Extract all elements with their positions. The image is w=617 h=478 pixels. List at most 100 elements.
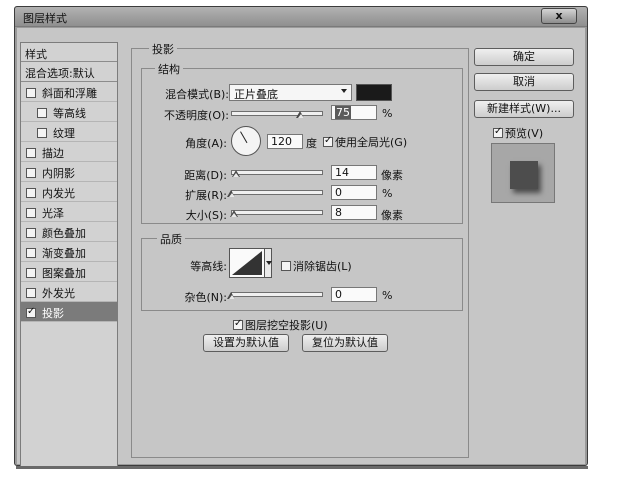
noise-slider-thumb[interactable] bbox=[227, 292, 236, 300]
opacity-slider[interactable] bbox=[231, 111, 323, 116]
distance-slider[interactable] bbox=[231, 170, 323, 175]
contour-linear-icon bbox=[232, 251, 262, 275]
blend-mode-select[interactable]: 正片叠底 bbox=[229, 84, 352, 101]
distance-slider-thumb[interactable] bbox=[231, 170, 241, 178]
style-item-label: 投影 bbox=[42, 307, 64, 320]
blend-mode-value: 正片叠底 bbox=[234, 88, 278, 101]
spread-input[interactable]: 0 bbox=[331, 185, 377, 200]
size-slider[interactable] bbox=[231, 210, 323, 215]
global-light-check-icon[interactable] bbox=[323, 135, 333, 147]
angle-needle bbox=[240, 131, 248, 144]
style-preview bbox=[491, 143, 555, 203]
style-item-label: 外发光 bbox=[42, 287, 75, 300]
knockout-checkbox[interactable]: 图层挖空投影(U) bbox=[233, 317, 328, 333]
style-item[interactable]: 图案叠加 bbox=[21, 262, 117, 282]
style-item-checkbox[interactable] bbox=[37, 108, 47, 118]
style-item[interactable]: 外发光 bbox=[21, 282, 117, 302]
distance-unit: 像素 bbox=[381, 169, 403, 182]
distance-input[interactable]: 14 bbox=[331, 165, 377, 180]
noise-label: 杂色(N): bbox=[184, 291, 227, 304]
structure-title: 结构 bbox=[155, 61, 183, 77]
style-item-checkbox[interactable] bbox=[26, 168, 36, 178]
spread-slider[interactable] bbox=[231, 190, 323, 195]
style-item-label: 光泽 bbox=[42, 207, 64, 220]
size-input[interactable]: 8 bbox=[331, 205, 377, 220]
style-list-header[interactable]: 样式 bbox=[21, 43, 117, 62]
style-item-label: 内发光 bbox=[42, 187, 75, 200]
ok-button[interactable]: 确定 bbox=[474, 48, 574, 66]
style-item-checkbox[interactable] bbox=[26, 288, 36, 298]
angle-input[interactable]: 120 bbox=[267, 134, 303, 149]
title-bar[interactable]: 图层样式 x bbox=[15, 7, 587, 27]
contour-picker[interactable] bbox=[229, 248, 265, 278]
noise-input[interactable]: 0 bbox=[331, 287, 377, 302]
style-item-checkbox[interactable] bbox=[26, 306, 36, 318]
style-item-checkbox[interactable] bbox=[26, 188, 36, 198]
chevron-down-icon bbox=[341, 89, 347, 93]
quality-title: 品质 bbox=[157, 231, 185, 247]
style-items: 斜面和浮雕等高线纹理描边内阴影内发光光泽颜色叠加渐变叠加图案叠加外发光投影 bbox=[21, 82, 117, 322]
opacity-input[interactable]: 75 bbox=[331, 105, 377, 120]
antialias-check-icon[interactable] bbox=[281, 261, 291, 271]
angle-label: 角度(A): bbox=[185, 137, 227, 150]
contour-dropdown[interactable] bbox=[264, 248, 272, 278]
style-item[interactable]: 等高线 bbox=[21, 102, 117, 122]
distance-label: 距离(D): bbox=[184, 169, 227, 182]
style-item-checkbox[interactable] bbox=[26, 228, 36, 238]
drop-shadow-title: 投影 bbox=[149, 41, 177, 57]
style-item-label: 描边 bbox=[42, 147, 64, 160]
style-item-checkbox[interactable] bbox=[26, 208, 36, 218]
angle-unit: 度 bbox=[306, 137, 317, 150]
spread-unit: % bbox=[382, 187, 393, 200]
style-item-checkbox[interactable] bbox=[26, 248, 36, 258]
style-item[interactable]: 纹理 bbox=[21, 122, 117, 142]
style-item[interactable]: 渐变叠加 bbox=[21, 242, 117, 262]
style-item[interactable]: 投影 bbox=[21, 302, 117, 322]
preview-label: 预览(V) bbox=[505, 127, 544, 140]
spread-slider-thumb[interactable] bbox=[227, 190, 236, 198]
spread-label: 扩展(R): bbox=[185, 189, 227, 202]
layer-style-dialog: 图层样式 x 样式 混合选项:默认 斜面和浮雕 等高线纹理描边内阴影内发光光泽颜色… bbox=[14, 6, 588, 468]
cancel-button[interactable]: 取消 bbox=[474, 73, 574, 91]
contour-label: 等高线: bbox=[190, 260, 227, 273]
style-item-checkbox[interactable] bbox=[26, 148, 36, 158]
style-item-label: 图案叠加 bbox=[42, 267, 86, 280]
opacity-slider-thumb[interactable] bbox=[296, 111, 305, 119]
style-item[interactable]: 颜色叠加 bbox=[21, 222, 117, 242]
style-item[interactable]: 内阴影 bbox=[21, 162, 117, 182]
style-item-checkbox[interactable] bbox=[26, 268, 36, 278]
style-item[interactable]: 斜面和浮雕 bbox=[21, 82, 117, 102]
noise-unit: % bbox=[382, 289, 393, 302]
opacity-unit: % bbox=[382, 107, 393, 120]
style-item-checkbox[interactable] bbox=[26, 88, 36, 98]
size-slider-thumb[interactable] bbox=[229, 210, 239, 218]
knockout-check-icon[interactable] bbox=[233, 318, 243, 330]
opacity-label: 不透明度(O): bbox=[164, 109, 229, 122]
opacity-value: 75 bbox=[335, 106, 351, 119]
blend-options-item[interactable]: 混合选项:默认 bbox=[21, 62, 117, 82]
style-list: 样式 混合选项:默认 斜面和浮雕 等高线纹理描边内阴影内发光光泽颜色叠加 渐变叠加图… bbox=[20, 42, 118, 468]
close-button[interactable]: x bbox=[541, 8, 577, 24]
knockout-label: 图层挖空投影(U) bbox=[245, 319, 328, 332]
shadow-color-swatch[interactable] bbox=[356, 84, 392, 101]
global-light-checkbox[interactable]: 使用全局光(G) bbox=[323, 134, 407, 150]
make-default-button[interactable]: 设置为默认值 bbox=[203, 334, 289, 352]
preview-shape bbox=[510, 161, 538, 189]
global-light-label: 使用全局光(G) bbox=[335, 136, 408, 149]
style-item[interactable]: 光泽 bbox=[21, 202, 117, 222]
chevron-down-icon bbox=[266, 261, 272, 265]
antialias-label: 消除锯齿(L) bbox=[293, 260, 352, 273]
window-bottom-edge bbox=[16, 466, 588, 469]
reset-default-button[interactable]: 复位为默认值 bbox=[302, 334, 388, 352]
style-item[interactable]: 描边 bbox=[21, 142, 117, 162]
preview-check-icon[interactable] bbox=[493, 126, 503, 138]
antialias-checkbox[interactable]: 消除锯齿(L) bbox=[281, 258, 352, 274]
new-style-button[interactable]: 新建样式(W)... bbox=[474, 100, 574, 118]
style-item-label: 纹理 bbox=[53, 127, 75, 140]
style-item-label: 内阴影 bbox=[42, 167, 75, 180]
noise-slider[interactable] bbox=[231, 292, 323, 297]
style-item[interactable]: 内发光 bbox=[21, 182, 117, 202]
style-item-checkbox[interactable] bbox=[37, 128, 47, 138]
angle-dial[interactable] bbox=[231, 126, 261, 156]
preview-checkbox[interactable]: 预览(V) bbox=[493, 125, 543, 141]
